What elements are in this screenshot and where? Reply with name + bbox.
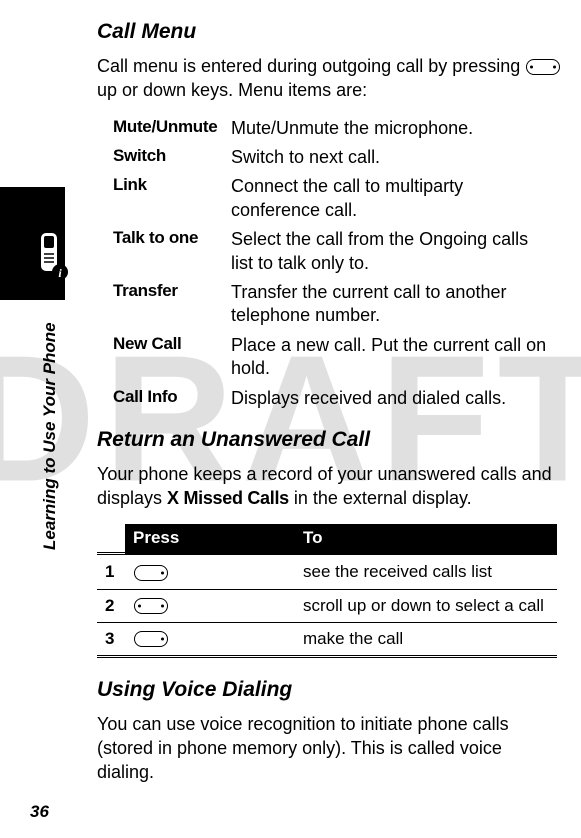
menu-term: Talk to one (113, 228, 231, 275)
menu-desc: Place a new call. Put the current call o… (231, 334, 553, 381)
intro-after: in the external display. (289, 488, 472, 508)
voice-dialing-intro: You can use voice recognition to initiat… (97, 712, 562, 785)
menu-desc: Switch to next call. (231, 146, 553, 169)
menu-term: Switch (113, 146, 231, 169)
menu-desc: Mute/Unmute the microphone. (231, 117, 553, 140)
table-corner (97, 524, 125, 554)
step-number: 3 (97, 622, 125, 656)
menu-term: Link (113, 175, 231, 222)
select-key-icon (134, 565, 168, 581)
step-number: 2 (97, 589, 125, 622)
menu-term: New Call (113, 334, 231, 381)
menu-row: New Call Place a new call. Put the curre… (113, 334, 553, 381)
menu-row: Transfer Transfer the current call to an… (113, 281, 553, 328)
menu-term: Call Info (113, 387, 231, 410)
menu-row: Talk to one Select the call from the Ong… (113, 228, 553, 275)
unanswered-intro: Your phone keeps a record of your unansw… (97, 462, 562, 511)
page-number: 36 (30, 802, 49, 822)
select-key-icon (134, 631, 168, 647)
menu-term: Transfer (113, 281, 231, 328)
to-cell: make the call (295, 622, 557, 656)
call-menu-intro: Call menu is entered during outgoing cal… (97, 54, 562, 103)
to-cell: scroll up or down to select a call (295, 589, 557, 622)
to-cell: see the received calls list (295, 554, 557, 589)
heading-return-unanswered: Return an Unanswered Call (97, 428, 562, 452)
menu-term: Mute/Unmute (113, 117, 231, 140)
col-to: To (295, 524, 557, 554)
nav-key-icon (526, 59, 560, 75)
col-press: Press (125, 524, 295, 554)
page-content: Call Menu Call menu is entered during ou… (97, 20, 562, 799)
table-row: 3 make the call (97, 622, 557, 656)
press-cell (125, 554, 295, 589)
step-number: 1 (97, 554, 125, 589)
phone-info-icon: i (32, 230, 72, 287)
heading-voice-dialing: Using Voice Dialing (97, 678, 562, 702)
menu-row: Switch Switch to next call. (113, 146, 553, 169)
press-to-table: Press To 1 see the received calls list 2… (97, 524, 557, 657)
table-row: 1 see the received calls list (97, 554, 557, 589)
intro-text-after: up or down keys. Menu items are: (97, 80, 367, 100)
menu-desc: Select the call from the Ongoing calls l… (231, 228, 553, 275)
menu-row: Call Info Displays received and dialed c… (113, 387, 553, 410)
intro-text-before: Call menu is entered during outgoing cal… (97, 56, 525, 76)
menu-row: Link Connect the call to multiparty conf… (113, 175, 553, 222)
table-row: 2 scroll up or down to select a call (97, 589, 557, 622)
call-menu-items: Mute/Unmute Mute/Unmute the microphone. … (113, 117, 553, 410)
menu-desc: Transfer the current call to another tel… (231, 281, 553, 328)
missed-calls-label: X Missed Calls (167, 488, 289, 508)
side-section-label: Learning to Use Your Phone (40, 322, 60, 550)
menu-row: Mute/Unmute Mute/Unmute the microphone. (113, 117, 553, 140)
nav-key-icon (134, 598, 168, 614)
press-cell (125, 589, 295, 622)
heading-call-menu: Call Menu (97, 20, 562, 44)
press-cell (125, 622, 295, 656)
menu-desc: Displays received and dialed calls. (231, 387, 553, 410)
menu-desc: Connect the call to multiparty conferenc… (231, 175, 553, 222)
